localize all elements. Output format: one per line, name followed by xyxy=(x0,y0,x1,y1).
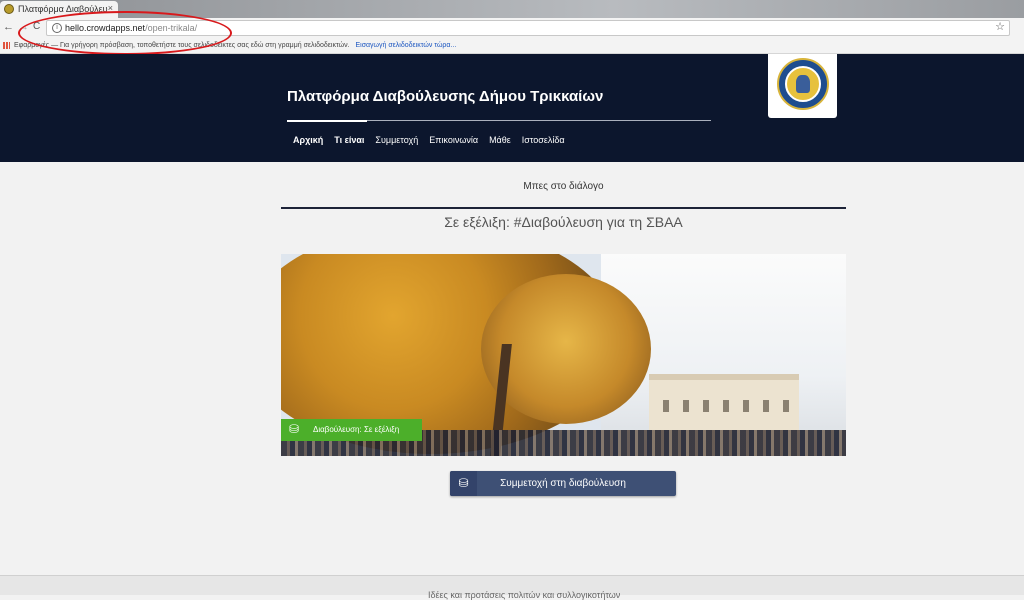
nav-item-learn[interactable]: Μάθε xyxy=(489,135,511,145)
coins-icon: ⛁ xyxy=(289,422,300,436)
nav-item-website[interactable]: Ιστοσελίδα xyxy=(522,135,565,145)
apps-icon[interactable] xyxy=(3,42,10,49)
nav-item-contact[interactable]: Επικοινωνία xyxy=(429,135,478,145)
main-nav: Αρχική Τι είναι Συμμετοχή Επικοινωνία Μά… xyxy=(293,135,565,145)
status-badge: ⛁ Διαβούλευση: Σε εξέλιξη xyxy=(281,419,422,441)
municipality-logo[interactable] xyxy=(768,54,837,118)
page-subtitle: Μπες στο διάλογο xyxy=(523,181,604,192)
seal-icon xyxy=(777,58,829,110)
site-title: Πλατφόρμα Διαβούλευσης Δήμου Τρικκαίων xyxy=(287,88,604,105)
back-arrow-icon[interactable]: ← xyxy=(3,21,14,33)
footer-text: Ιδέες και προτάσεις πολιτών και συλλογικ… xyxy=(428,590,621,600)
header-divider xyxy=(367,120,711,121)
site-favicon-icon xyxy=(4,4,14,14)
content-divider xyxy=(281,207,846,209)
footer: Ιδέες και προτάσεις πολιτών και συλλογικ… xyxy=(0,575,1024,600)
bookmark-star-icon[interactable]: ☆ xyxy=(995,20,1005,33)
coins-icon: ⛁ xyxy=(450,471,477,496)
consultation-heading[interactable]: Σε εξέλιξη: #Διαβούλευση για τη ΣΒΑΑ xyxy=(281,214,846,230)
nav-item-about[interactable]: Τι είναι xyxy=(334,135,364,145)
participate-button-label: Συμμετοχή στη διαβούλευση xyxy=(500,478,626,489)
header-accent-line xyxy=(287,120,367,122)
red-highlight-ellipse xyxy=(18,11,232,55)
consultation-photo[interactable]: ⛁ Διαβούλευση: Σε εξέλιξη xyxy=(281,254,846,456)
nav-item-participation[interactable]: Συμμετοχή xyxy=(375,135,418,145)
status-badge-label: Διαβούλευση: Σε εξέλιξη xyxy=(313,425,400,434)
nav-item-home[interactable]: Αρχική xyxy=(293,135,323,145)
import-bookmarks-link[interactable]: Εισαγωγή σελιδοδεικτών τώρα... xyxy=(355,42,456,49)
site-header: Πλατφόρμα Διαβούλευσης Δήμου Τρικκαίων Α… xyxy=(0,54,1024,162)
participate-button[interactable]: ⛁ Συμμετοχή στη διαβούλευση xyxy=(450,471,676,496)
